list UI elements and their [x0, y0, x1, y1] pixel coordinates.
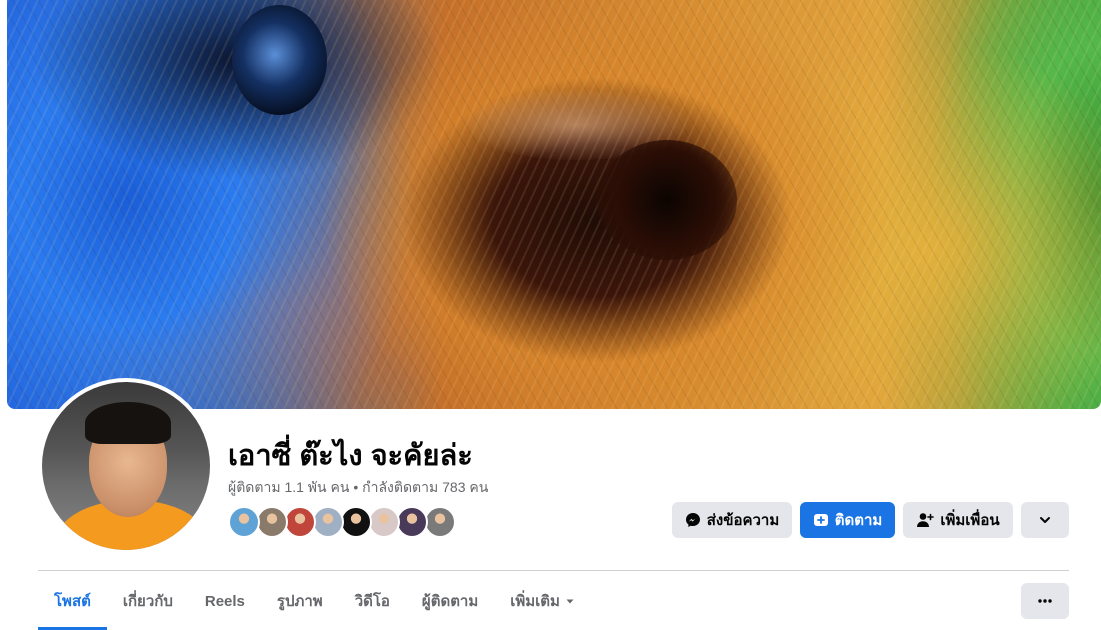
- follow-button-label: ติดตาม: [834, 512, 883, 529]
- tab-videos-label: วิดีโอ: [354, 593, 390, 610]
- tab-more-label: เพิ่มเติม: [510, 593, 560, 610]
- profile-picture-image: [42, 382, 210, 550]
- tab-posts-label: โพสต์: [54, 593, 91, 610]
- tab-about[interactable]: เกี่ยวกับ: [107, 572, 189, 630]
- tab-posts[interactable]: โพสต์: [38, 572, 107, 630]
- profile-page: เอาซี่ ต๊ะไง จะคัยล่ะ ผู้ติดตาม 1.1 พัน …: [0, 0, 1101, 630]
- friend-avatars: [228, 506, 456, 538]
- header-divider: [38, 570, 1069, 571]
- friend-avatar[interactable]: [312, 506, 344, 538]
- tab-followers[interactable]: ผู้ติดตาม: [406, 572, 494, 630]
- friend-avatar[interactable]: [396, 506, 428, 538]
- tab-about-label: เกี่ยวกับ: [122, 593, 173, 610]
- following-count-link[interactable]: กำลังติดตาม 783 คน: [362, 479, 488, 495]
- friend-avatar[interactable]: [228, 506, 260, 538]
- tab-reels[interactable]: Reels: [189, 572, 261, 630]
- avatar-hair: [85, 402, 171, 444]
- profile-tabs: โพสต์ เกี่ยวกับ Reels รูปภาพ วิดีโอ ผู้ต…: [38, 572, 591, 630]
- profile-options-dropdown-button[interactable]: [1021, 502, 1069, 538]
- tab-reels-label: Reels: [204, 592, 245, 610]
- follow-stats: ผู้ติดตาม 1.1 พัน คน • กำลังติดตาม 783 ค…: [228, 477, 488, 499]
- cover-eye: [232, 5, 327, 115]
- add-friend-button-label: เพิ่มเพื่อน: [940, 512, 1000, 529]
- tab-videos[interactable]: วิดีโอ: [339, 572, 406, 630]
- add-friend-button[interactable]: เพิ่มเพื่อน: [903, 502, 1013, 538]
- chevron-down-icon: [1040, 517, 1050, 523]
- message-button[interactable]: ส่งข้อความ: [672, 502, 792, 538]
- profile-picture[interactable]: [38, 378, 214, 554]
- message-button-label: ส่งข้อความ: [706, 512, 780, 529]
- friend-avatar[interactable]: [368, 506, 400, 538]
- ellipsis-icon: [1038, 599, 1052, 603]
- tab-photos[interactable]: รูปภาพ: [261, 572, 339, 630]
- friend-avatar[interactable]: [340, 506, 372, 538]
- tab-photos-label: รูปภาพ: [276, 593, 323, 610]
- more-options-button[interactable]: [1021, 583, 1069, 619]
- cover-fur-texture: [7, 0, 1101, 409]
- cover-photo[interactable]: [7, 0, 1101, 409]
- stats-separator: •: [353, 479, 359, 495]
- cover-nostril: [597, 140, 737, 260]
- tab-followers-label: ผู้ติดตาม: [421, 593, 479, 610]
- friend-avatar[interactable]: [256, 506, 288, 538]
- messenger-icon: [685, 513, 700, 527]
- follow-button[interactable]: ติดตาม: [800, 502, 895, 538]
- friend-avatar[interactable]: [284, 506, 316, 538]
- profile-name: เอาซี่ ต๊ะไง จะคัยล่ะ: [228, 440, 473, 472]
- caret-down-icon: [566, 599, 574, 604]
- followers-count-link[interactable]: ผู้ติดตาม 1.1 พัน คน: [228, 479, 349, 495]
- friend-avatar[interactable]: [424, 506, 456, 538]
- add-friend-icon: [917, 513, 935, 527]
- tab-more[interactable]: เพิ่มเติม: [494, 572, 591, 630]
- follow-plus-icon: [813, 514, 828, 526]
